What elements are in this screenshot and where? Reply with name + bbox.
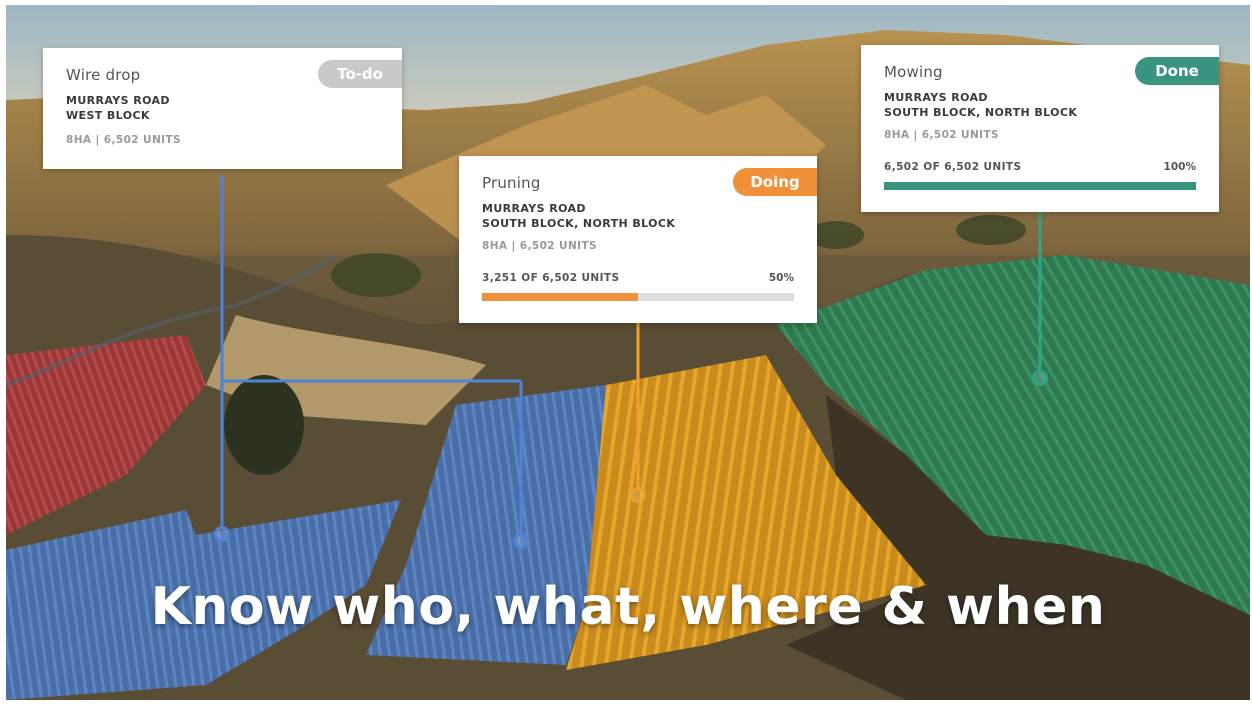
progress-text: 3,251 OF 6,502 UNITS <box>482 272 620 284</box>
location-line-1: MURRAYS ROAD <box>482 202 586 215</box>
card-title: Wire drop <box>66 66 141 84</box>
mowing-card[interactable]: Mowing Done MURRAYS ROAD SOUTH BLOCK, NO… <box>861 45 1219 212</box>
location-line-1: MURRAYS ROAD <box>66 94 170 107</box>
progress-fill <box>482 293 638 301</box>
pruning-connector <box>630 323 646 503</box>
progress-fill <box>884 182 1196 190</box>
card-title: Pruning <box>482 174 541 192</box>
location-line-2: SOUTH BLOCK, NORTH BLOCK <box>884 106 1078 119</box>
location-line-2: WEST BLOCK <box>66 109 150 122</box>
hero-frame: Wire drop To-do MURRAYS ROAD WEST BLOCK … <box>6 5 1250 700</box>
card-meta: 8HA | 6,502 UNITS <box>66 134 181 146</box>
location-line-1: MURRAYS ROAD <box>884 91 988 104</box>
card-location: MURRAYS ROAD SOUTH BLOCK, NORTH BLOCK <box>884 90 1077 120</box>
mowing-connector <box>1032 212 1048 386</box>
progress-track <box>884 182 1196 190</box>
headline: Know who, what, where & when <box>150 577 1106 637</box>
card-location: MURRAYS ROAD WEST BLOCK <box>66 93 170 123</box>
progress-percent: 100% <box>1163 161 1196 173</box>
status-badge-doing: Doing <box>733 168 817 196</box>
card-meta: 8HA | 6,502 UNITS <box>884 129 999 141</box>
progress-percent: 50% <box>768 272 794 284</box>
card-meta: 8HA | 6,502 UNITS <box>482 240 597 252</box>
status-badge-todo: To-do <box>318 60 402 88</box>
card-title: Mowing <box>884 63 943 81</box>
progress-text: 6,502 OF 6,502 UNITS <box>884 161 1022 173</box>
card-location: MURRAYS ROAD SOUTH BLOCK, NORTH BLOCK <box>482 201 675 231</box>
location-line-2: SOUTH BLOCK, NORTH BLOCK <box>482 217 676 230</box>
status-badge-done: Done <box>1135 57 1219 85</box>
wire-drop-card[interactable]: Wire drop To-do MURRAYS ROAD WEST BLOCK … <box>43 48 402 169</box>
pruning-card[interactable]: Pruning Doing MURRAYS ROAD SOUTH BLOCK, … <box>459 156 817 323</box>
progress-track <box>482 293 794 301</box>
